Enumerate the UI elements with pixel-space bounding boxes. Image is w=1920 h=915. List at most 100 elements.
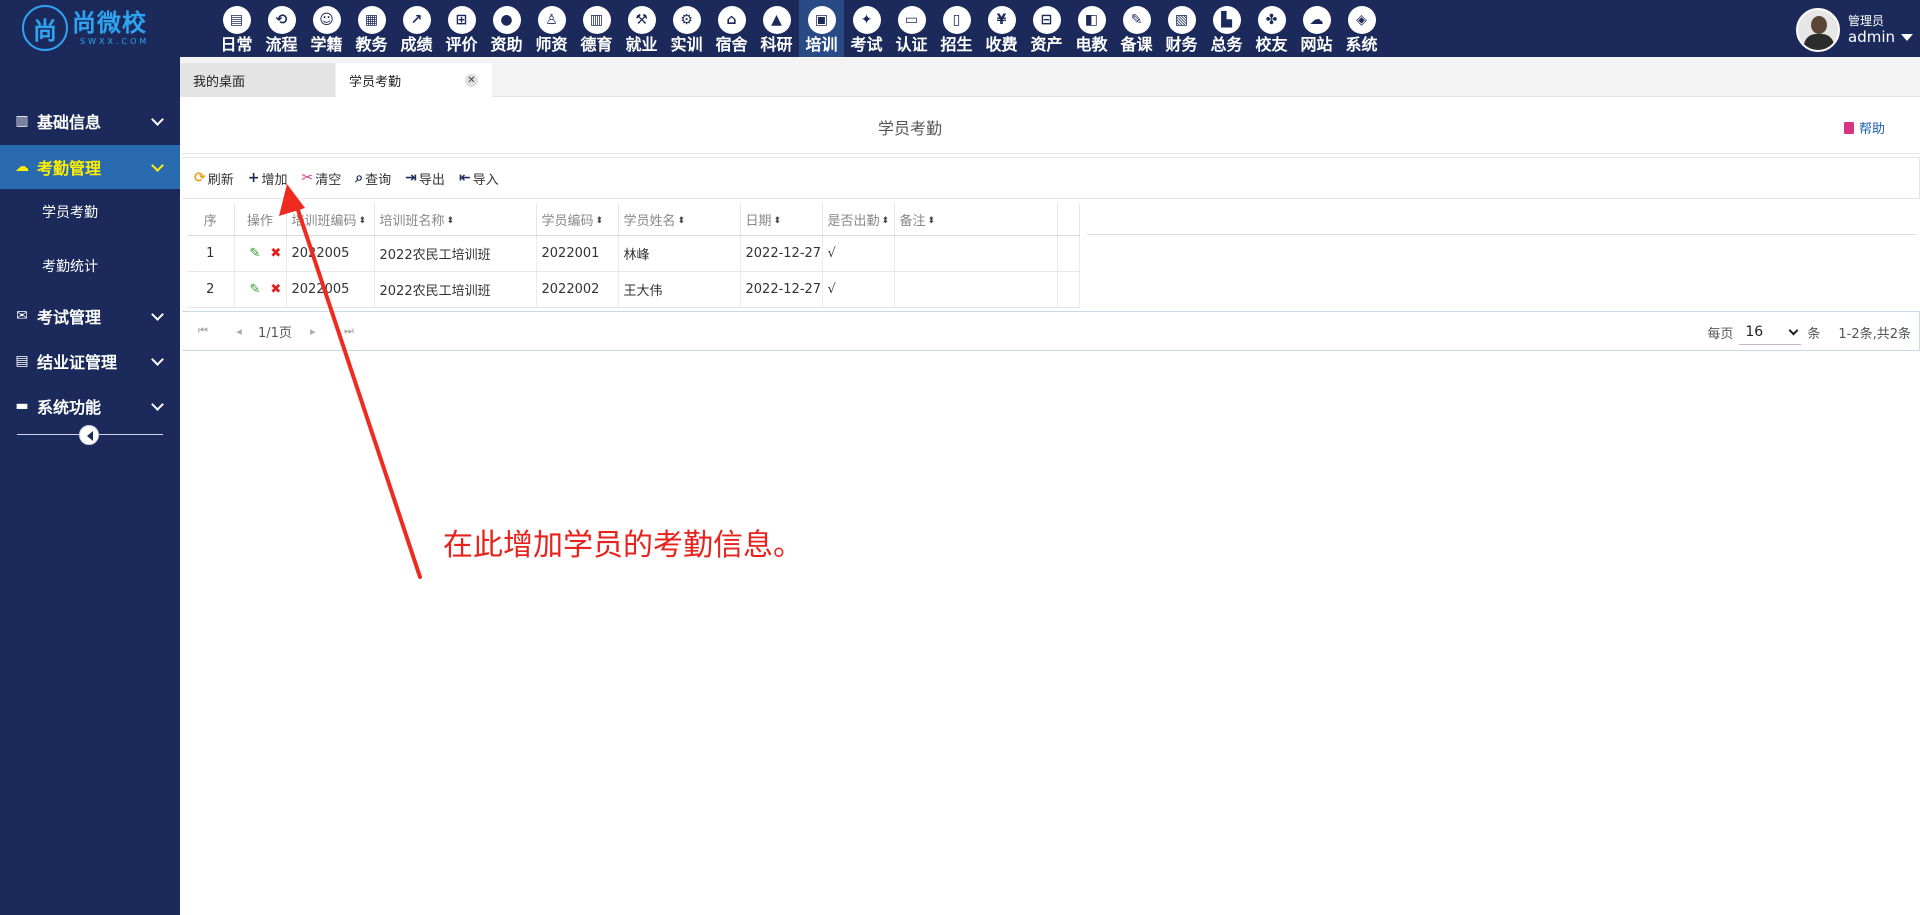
column-header-sortable[interactable]: 培训班名称 ⬍ [374, 204, 537, 236]
module-3[interactable]: ▦ 教务 [349, 0, 394, 57]
prev-page-icon[interactable]: ◂ [228, 320, 250, 342]
tab-my-desktop[interactable]: 我的桌面 [180, 63, 335, 97]
pencil-icon[interactable]: ✎ [250, 246, 261, 261]
cell-class-name: 2022农民工培训班 [374, 271, 537, 308]
import-button[interactable]: ⇤ 导入 [459, 169, 499, 188]
query-button[interactable]: ⌕ 查询 [355, 169, 391, 188]
module-20[interactable]: ✎ 备课 [1114, 0, 1159, 57]
first-page-icon[interactable]: ⏮ [192, 320, 214, 342]
delete-icon[interactable]: ✖ [270, 282, 281, 297]
module-11[interactable]: ⌂ 宿舍 [709, 0, 754, 57]
main-content: 学员考勤 帮助 ⟳ 刷新 + 增加 ✂ 清空 ⌕ 查询 ⇥ 导出 ⇤ 导入 序 … [182, 97, 1920, 915]
avatar[interactable] [1796, 8, 1840, 52]
next-page-icon[interactable]: ▸ [302, 320, 324, 342]
module-label: 网站 [1300, 35, 1333, 54]
table-row[interactable]: 2 ✎ ✖ 2022005 2022农民工培训班 2022002 王大伟 2022… [187, 271, 1080, 308]
column-header-sortable[interactable]: 日期 ⬍ [740, 204, 823, 236]
column-header-sortable[interactable]: 是否出勤 ⬍ [822, 204, 895, 236]
help-link[interactable]: 帮助 [1844, 118, 1885, 137]
table-row[interactable]: 1 ✎ ✖ 2022005 2022农民工培训班 2022001 林峰 2022-… [187, 235, 1080, 272]
table-header-row: 序 操作 培训班编码 ⬍ 培训班名称 ⬍ 学员编码 ⬍ 学员姓名 ⬍ 日期 ⬍ 是否出勤 ⬍… [187, 204, 1080, 236]
chevron-down-icon [151, 398, 164, 411]
module-17[interactable]: ¥ 收费 [979, 0, 1024, 57]
sidebar-item-attendance-stats[interactable]: 考勤统计 [0, 246, 180, 286]
module-21[interactable]: ▧ 财务 [1159, 0, 1204, 57]
annotation-text: 在此增加学员的考勤信息。 [443, 528, 803, 563]
sort-icon: ⬍ [677, 216, 686, 227]
module-label: 校友 [1255, 35, 1288, 54]
module-16[interactable]: ▯ 招生 [934, 0, 979, 57]
top-navigation-bar: 尚 尚微校 SWXX.COM ▤ 日常 ⟲ 流程 ☺ 学籍 ▦ 教务 ↗ 成绩 ⊞ 评价 ● 资助 ♙ 师资 ▥… [0, 0, 1920, 57]
add-button[interactable]: + 增加 [248, 169, 288, 188]
brand-logo[interactable]: 尚 尚微校 SWXX.COM [22, 5, 172, 51]
module-7[interactable]: ♙ 师资 [529, 0, 574, 57]
caret-down-icon[interactable] [1901, 34, 1913, 41]
cell-date: 2022-12-27 [740, 235, 823, 272]
module-6[interactable]: ● 资助 [484, 0, 529, 57]
column-header-sortable[interactable]: 学员姓名 ⬍ [618, 204, 741, 236]
module-22[interactable]: ▙ 总务 [1204, 0, 1249, 57]
sidebar-collapse-toggle[interactable] [17, 425, 163, 445]
module-label: 实训 [670, 35, 703, 54]
close-icon[interactable]: ✕ [465, 74, 478, 87]
sidebar-group-certificate[interactable]: ▤ 结业证管理 [0, 339, 180, 383]
user-icon: ● [492, 6, 521, 34]
module-4[interactable]: ↗ 成绩 [394, 0, 439, 57]
module-label: 科研 [760, 35, 793, 54]
module-10[interactable]: ⚙ 实训 [664, 0, 709, 57]
delete-icon[interactable]: ✖ [270, 246, 281, 261]
module-25[interactable]: ◈ 系统 [1339, 0, 1384, 57]
pagination-bar: ⏮ ◂ 1/1页 ▸ ⏭ 每页 16 条 1-2条,共2条 [182, 311, 1920, 351]
module-2[interactable]: ☺ 学籍 [304, 0, 349, 57]
attendance-table: 序 操作 培训班编码 ⬍ 培训班名称 ⬍ 学员编码 ⬍ 学员姓名 ⬍ 日期 ⬍ 是否出勤 ⬍… [187, 204, 1917, 308]
module-5[interactable]: ⊞ 评价 [439, 0, 484, 57]
last-page-icon[interactable]: ⏭ [338, 320, 360, 342]
toolbar: ⟳ 刷新 + 增加 ✂ 清空 ⌕ 查询 ⇥ 导出 ⇤ 导入 [182, 157, 1920, 199]
refresh-button[interactable]: ⟳ 刷新 [194, 169, 234, 188]
module-15[interactable]: ▭ 认证 [889, 0, 934, 57]
module-label: 备课 [1120, 35, 1153, 54]
module-23[interactable]: ✤ 校友 [1249, 0, 1294, 57]
export-button[interactable]: ⇥ 导出 [405, 169, 445, 188]
sidebar-group-label: 基础信息 [37, 113, 102, 132]
sidebar-group-system[interactable]: ▬ 系统功能 [0, 384, 180, 428]
sort-icon: ⬍ [595, 216, 604, 227]
sidebar-group-basic-info[interactable]: ▥ 基础信息 [0, 99, 180, 143]
bus-icon: ▯ [942, 6, 971, 34]
flow-icon: ⟲ [267, 6, 296, 34]
cloud-icon: ☁ [1302, 6, 1331, 34]
module-label: 学籍 [310, 35, 343, 54]
clear-button[interactable]: ✂ 清空 [302, 169, 342, 188]
sidebar-group-exam[interactable]: ✉ 考试管理 [0, 294, 180, 338]
module-24[interactable]: ☁ 网站 [1294, 0, 1339, 57]
user-menu[interactable]: 管理员 admin [1796, 8, 1920, 52]
column-header-sortable[interactable]: 学员编码 ⬍ [536, 204, 619, 236]
module-18[interactable]: ⊟ 资产 [1024, 0, 1069, 57]
column-header: 操作 [234, 204, 287, 236]
sidebar-item-student-attendance[interactable]: 学员考勤 [0, 192, 180, 232]
brand-name: 尚微校 [72, 9, 147, 37]
module-9[interactable]: ⚒ 就业 [619, 0, 664, 57]
module-label: 收费 [985, 35, 1018, 54]
student-icon: ☺ [312, 6, 341, 34]
folder-icon: ▬ [15, 398, 29, 414]
chevron-down-icon [1788, 325, 1799, 335]
column-header-sortable[interactable]: 备注 ⬍ [894, 204, 1058, 236]
tab-student-attendance[interactable]: 学员考勤 ✕ [336, 63, 492, 97]
user-role: 管理员 [1848, 14, 1885, 28]
module-8[interactable]: ▥ 德育 [574, 0, 619, 57]
per-page-select[interactable]: 16 [1739, 319, 1802, 345]
sidebar-group-attendance[interactable]: ☁ 考勤管理 [0, 145, 180, 189]
module-12[interactable]: ▲ 科研 [754, 0, 799, 57]
module-0[interactable]: ▤ 日常 [214, 0, 259, 57]
module-label: 流程 [265, 35, 298, 54]
module-1[interactable]: ⟲ 流程 [259, 0, 304, 57]
module-14[interactable]: ✦ 考试 [844, 0, 889, 57]
column-header-sortable[interactable]: 培训班编码 ⬍ [286, 204, 375, 236]
sort-icon: ⬍ [927, 216, 936, 227]
module-label: 资助 [490, 35, 523, 54]
cube-icon: ◈ [1347, 6, 1376, 34]
module-19[interactable]: ◧ 电教 [1069, 0, 1114, 57]
module-13[interactable]: ▣ 培训 [799, 0, 844, 57]
pencil-icon[interactable]: ✎ [250, 282, 261, 297]
